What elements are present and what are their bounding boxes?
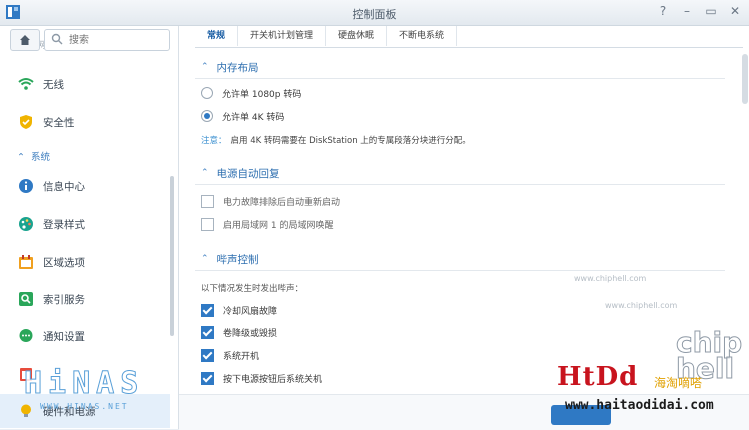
window-title: 控制面板 <box>352 8 397 21</box>
sidebar-group-system[interactable]: ⌃ 系统 <box>17 149 50 163</box>
watermark-chiphell-url: www.chiphell.com <box>574 274 647 283</box>
search-icon <box>51 33 63 45</box>
radio-label: 允许单 1080p 转码 <box>222 89 302 100</box>
checkbox-label: 卷降级或毁损 <box>223 328 278 339</box>
tab-power-schedule[interactable]: 开关机计划管理 <box>238 26 327 46</box>
sidebar-group-label: 系统 <box>30 152 50 163</box>
maximize-icon[interactable]: ▭ <box>705 4 717 18</box>
tab-bar: 常规 开关机计划管理 硬盘休眠 不断电系统 <box>195 26 743 48</box>
tab-hdd-hibernation[interactable]: 硬盘休眠 <box>326 26 388 46</box>
chat-icon <box>17 327 35 345</box>
wifi-icon <box>17 75 35 93</box>
checkbox[interactable] <box>201 217 214 231</box>
radio-1080p[interactable]: 允许单 1080p 转码 <box>201 85 301 101</box>
chevron-up-icon: ⌃ <box>201 254 209 264</box>
sidebar-item-wireless[interactable]: 无线 <box>0 69 168 99</box>
checkbox-label: 电力故障排除后自动重新启动 <box>223 197 341 208</box>
calendar-icon <box>17 253 35 271</box>
home-button[interactable] <box>10 29 40 51</box>
radio-button[interactable] <box>201 87 213 99</box>
search-field[interactable] <box>44 29 170 51</box>
info-icon <box>17 177 35 195</box>
sidebar-item-label: 索引服务 <box>43 293 85 306</box>
section-title: 哔声控制 <box>216 253 259 266</box>
checkbox-power-button-shutdown[interactable]: 按下电源按钮后系统关机 <box>201 370 322 386</box>
watermark-htdd-cn: 海淘嘀嗒 <box>654 376 703 390</box>
checkbox[interactable] <box>201 325 214 339</box>
section-beep-control[interactable]: ⌃ 哔声控制 <box>195 248 725 271</box>
watermark-hinas: HiNAS <box>23 366 145 402</box>
sidebar-item-label: 无线 <box>43 78 64 91</box>
checkbox-label: 系统开机 <box>223 351 260 362</box>
checkbox-fan-failure[interactable]: 冷却风扇故障 <box>201 302 277 318</box>
radio-label: 允许单 4K 转码 <box>222 112 285 123</box>
checkbox-auto-restart[interactable]: 电力故障排除后自动重新启动 <box>201 193 340 209</box>
sidebar-item-login-style[interactable]: 登录样式 <box>0 209 168 239</box>
shield-icon <box>17 113 35 131</box>
close-icon[interactable]: ✕ <box>729 4 741 18</box>
section-memory-layout[interactable]: ⌃ 内存布局 <box>195 56 725 79</box>
bulb-icon <box>17 402 35 420</box>
sidebar-item-info-center[interactable]: 信息中心 <box>0 171 168 201</box>
checkbox[interactable] <box>201 303 214 317</box>
watermark-htdd: HtDd <box>557 362 639 392</box>
chevron-up-icon: ⌃ <box>201 168 209 178</box>
sidebar-item-label: 安全性 <box>43 116 75 129</box>
sidebar-item-security[interactable]: 安全性 <box>0 107 168 137</box>
sidebar-scrollbar[interactable] <box>170 176 174 336</box>
tab-ups[interactable]: 不断电系统 <box>387 26 458 46</box>
watermark-chiphell-url-2: www.chiphell.com <box>605 301 678 310</box>
title-bar: 控制面板 ? – ▭ ✕ <box>0 0 749 26</box>
minimize-icon[interactable]: – <box>681 4 693 18</box>
watermark-hinas-url: WWW.HINAS.NET <box>40 402 129 411</box>
checkbox-label: 启用局域网 1 的局域网唤醒 <box>223 220 334 231</box>
checkbox-wake-on-lan[interactable]: 启用局域网 1 的局域网唤醒 <box>201 216 333 232</box>
checkbox[interactable] <box>201 348 214 362</box>
checkbox-label: 冷却风扇故障 <box>223 306 278 317</box>
section-title: 内存布局 <box>216 61 259 74</box>
note-key: 注意： <box>201 136 227 146</box>
sidebar-item-indexing-service[interactable]: 索引服务 <box>0 284 168 314</box>
checkbox[interactable] <box>201 194 214 208</box>
settings-panel: 常规 开关机计划管理 硬盘休眠 不断电系统 ⌃ 内存布局 允许单 1080p 转… <box>179 26 749 429</box>
section-power-recovery[interactable]: ⌃ 电源自动回复 <box>195 162 725 185</box>
checkbox-volume-degraded[interactable]: 卷降级或毁损 <box>201 324 277 340</box>
checkbox[interactable] <box>201 371 214 385</box>
content-scrollbar[interactable] <box>742 54 748 104</box>
checkbox-system-startup[interactable]: 系统开机 <box>201 347 259 363</box>
watermark-haitaodidai-url: www.haitaodidai.com <box>565 398 714 413</box>
note-text: 启用 4K 转码需要在 DiskStation 上的专属段落分块进行分配。 <box>230 136 471 146</box>
beep-subtitle: 以下情况发生时发出哔声： <box>201 284 304 294</box>
section-title: 电源自动回复 <box>216 167 280 180</box>
home-icon <box>20 35 30 45</box>
sidebar-item-label: 区域选项 <box>43 256 85 269</box>
sidebar-item-label: 登录样式 <box>43 218 85 231</box>
radio-button[interactable] <box>201 110 213 122</box>
palette-icon <box>17 215 35 233</box>
tab-general[interactable]: 常规 <box>195 26 239 46</box>
chevron-up-icon: ⌃ <box>201 62 209 72</box>
search-doc-icon <box>17 290 35 308</box>
radio-4k[interactable]: 允许单 4K 转码 <box>201 108 284 124</box>
search-input[interactable] <box>67 32 167 49</box>
control-panel-window: 控制面板 ? – ▭ ✕ 网络 无线 安全性 ⌃系统 信息中心 <box>0 0 749 430</box>
sidebar-item-regional-options[interactable]: 区域选项 <box>0 247 168 277</box>
checkbox-label: 按下电源按钮后系统关机 <box>223 374 323 385</box>
sidebar-item-label: 信息中心 <box>43 180 85 193</box>
memory-note: 注意： 启用 4K 转码需要在 DiskStation 上的专属段落分块进行分配。 <box>201 134 471 146</box>
help-icon[interactable]: ? <box>657 4 669 18</box>
sidebar-item-label: 通知设置 <box>43 330 85 343</box>
sidebar-item-notification[interactable]: 通知设置 <box>0 321 168 351</box>
chevron-up-icon: ⌃ <box>17 152 25 163</box>
